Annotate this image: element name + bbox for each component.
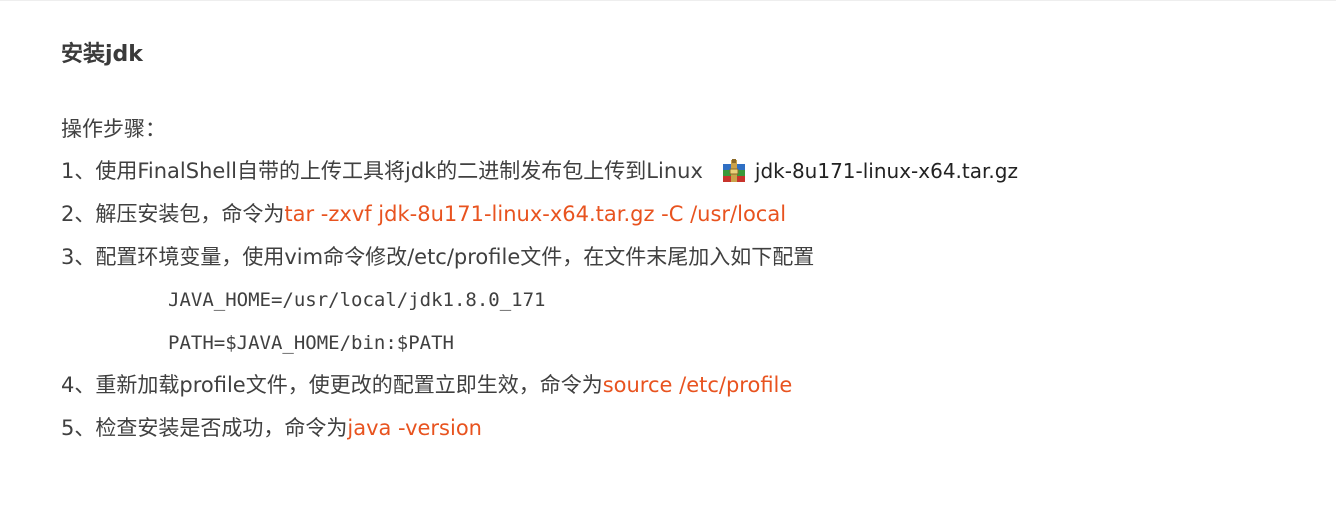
steps-intro: 操作步骤： xyxy=(61,117,166,141)
step-1-text: 1、使用FinalShell自带的上传工具将jdk的二进制发布包上传到Linux xyxy=(61,159,703,183)
top-divider xyxy=(0,0,1336,1)
config-line-path: PATH=$JAVA_HOME/bin:$PATH xyxy=(168,332,454,354)
step-1: 1、使用FinalShell自带的上传工具将jdk的二进制发布包上传到Linux… xyxy=(61,157,1018,185)
file-name: jdk-8u171-linux-x64.tar.gz xyxy=(754,159,1018,183)
step-5: 5、检查安装是否成功，命令为java -version xyxy=(61,414,482,442)
step-4: 4、重新加载profile文件，使更改的配置立即生效，命令为source /et… xyxy=(61,371,792,399)
step-3-text: 3、配置环境变量，使用vim命令修改/etc/profile文件，在文件末尾加入… xyxy=(61,245,815,269)
step-2-text: 2、解压安装包，命令为 xyxy=(61,202,285,226)
step-3: 3、配置环境变量，使用vim命令修改/etc/profile文件，在文件末尾加入… xyxy=(61,243,814,271)
step-4-text: 4、重新加载profile文件，使更改的配置立即生效，命令为 xyxy=(61,373,603,397)
config-line-java-home: JAVA_HOME=/usr/local/jdk1.8.0_171 xyxy=(168,289,546,311)
step-2: 2、解压安装包，命令为tar -zxvf jdk-8u171-linux-x64… xyxy=(61,200,786,228)
step-4-command: source /etc/profile xyxy=(602,373,793,397)
step-5-command: java -version xyxy=(347,416,482,440)
document-page: 安装jdk 操作步骤： 1、使用FinalShell自带的上传工具将jdk的二进… xyxy=(0,0,1336,532)
step-5-text: 5、检查安装是否成功，命令为 xyxy=(61,416,348,440)
page-title: 安装jdk xyxy=(61,42,143,67)
file-chip: jdk-8u171-linux-x64.tar.gz xyxy=(721,157,1018,185)
step-2-command: tar -zxvf jdk-8u171-linux-x64.tar.gz -C … xyxy=(284,202,787,226)
archive-icon xyxy=(722,159,745,182)
